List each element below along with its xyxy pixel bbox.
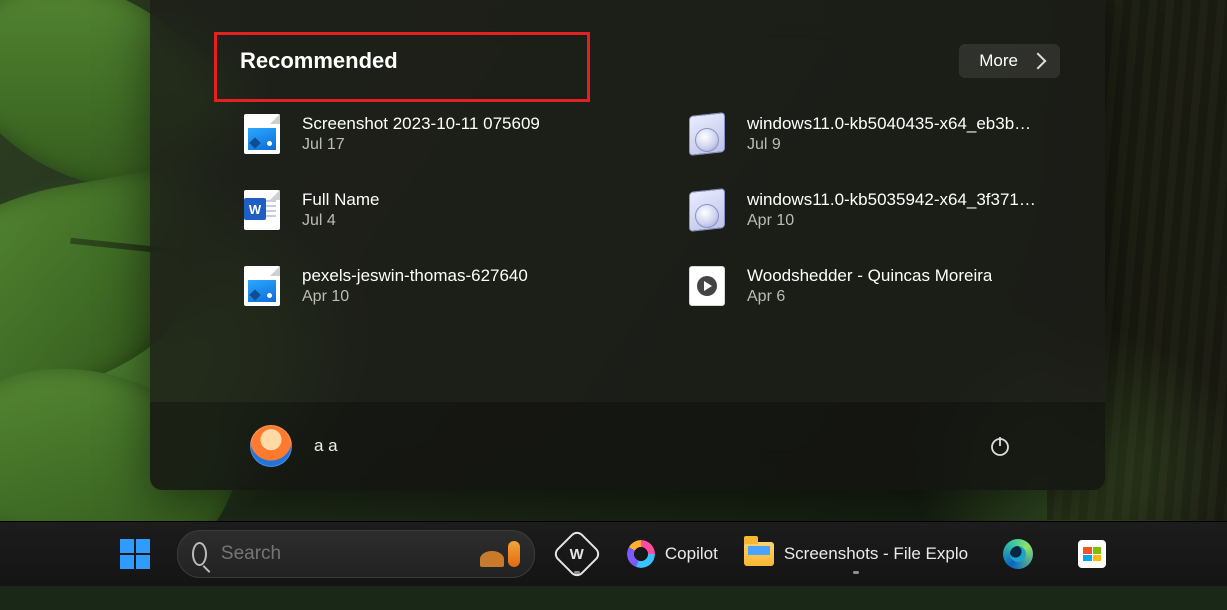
recommended-item-name: Full Name: [302, 190, 379, 210]
copilot-label: Copilot: [665, 544, 718, 564]
more-button-label: More: [979, 51, 1018, 71]
recommended-item-date: Jul 4: [302, 212, 379, 230]
taskbar-app-whiteboard[interactable]: W: [545, 530, 609, 578]
user-account-button[interactable]: a a: [240, 419, 348, 473]
search-input[interactable]: [219, 542, 468, 566]
recommended-item-date: Jul 9: [747, 136, 1031, 154]
start-button[interactable]: [103, 530, 167, 578]
recommended-item[interactable]: windows11.0-kb5040435-x64_eb3b… Jul 9: [685, 110, 1100, 158]
taskbar-copilot-button[interactable]: Copilot: [619, 530, 726, 578]
image-file-icon: [244, 114, 280, 154]
image-file-icon: [244, 266, 280, 306]
recommended-item-date: Jul 17: [302, 136, 540, 154]
search-highlight-icon: [480, 541, 520, 567]
recommended-grid: Screenshot 2023-10-11 075609 Jul 17 wind…: [240, 110, 1100, 310]
taskbar: W Copilot Screenshots - File Explo: [0, 521, 1227, 586]
recommended-item[interactable]: windows11.0-kb5035942-x64_3f371… Apr 10: [685, 186, 1100, 234]
taskbar-edge-button[interactable]: [986, 530, 1050, 578]
chevron-right-icon: [1030, 53, 1047, 70]
search-icon: [192, 542, 207, 566]
recommended-item-name: pexels-jeswin-thomas-627640: [302, 266, 528, 286]
copilot-icon: [627, 540, 655, 568]
recommended-item-date: Apr 10: [302, 288, 528, 306]
update-package-icon: [689, 114, 725, 154]
folder-icon: [744, 542, 774, 566]
recommended-item-name: windows11.0-kb5040435-x64_eb3b…: [747, 114, 1031, 134]
recommended-item-name: Woodshedder - Quincas Moreira: [747, 266, 992, 286]
recommended-item-name: Screenshot 2023-10-11 075609: [302, 114, 540, 134]
recommended-item[interactable]: pexels-jeswin-thomas-627640 Apr 10: [240, 262, 655, 310]
start-menu-panel: Recommended More Screenshot 2023-10-11 0…: [150, 0, 1105, 490]
power-button[interactable]: [985, 431, 1015, 461]
start-menu-footer: a a: [150, 401, 1105, 490]
recommended-item[interactable]: Screenshot 2023-10-11 075609 Jul 17: [240, 110, 655, 158]
edge-icon: [1003, 539, 1033, 569]
recommended-item[interactable]: Woodshedder - Quincas Moreira Apr 6: [685, 262, 1100, 310]
windows-logo-icon: [120, 539, 150, 569]
taskbar-file-explorer-button[interactable]: Screenshots - File Explo: [736, 530, 976, 578]
recommended-item[interactable]: W Full Name Jul 4: [240, 186, 655, 234]
power-icon: [988, 434, 1012, 458]
recommended-item-date: Apr 10: [747, 212, 1036, 230]
avatar: [250, 425, 292, 467]
recommended-item-name: windows11.0-kb5035942-x64_3f371…: [747, 190, 1036, 210]
recommended-heading: Recommended: [240, 48, 398, 74]
microsoft-store-icon: [1078, 540, 1106, 568]
recommended-item-date: Apr 6: [747, 288, 992, 306]
user-name-label: a a: [314, 436, 338, 456]
taskbar-store-button[interactable]: [1060, 530, 1124, 578]
recommended-more-button[interactable]: More: [959, 44, 1060, 78]
update-package-icon: [689, 190, 725, 230]
file-explorer-label: Screenshots - File Explo: [784, 544, 968, 564]
word-file-icon: W: [244, 190, 280, 230]
taskbar-search[interactable]: [177, 530, 535, 578]
media-file-icon: [689, 266, 725, 306]
